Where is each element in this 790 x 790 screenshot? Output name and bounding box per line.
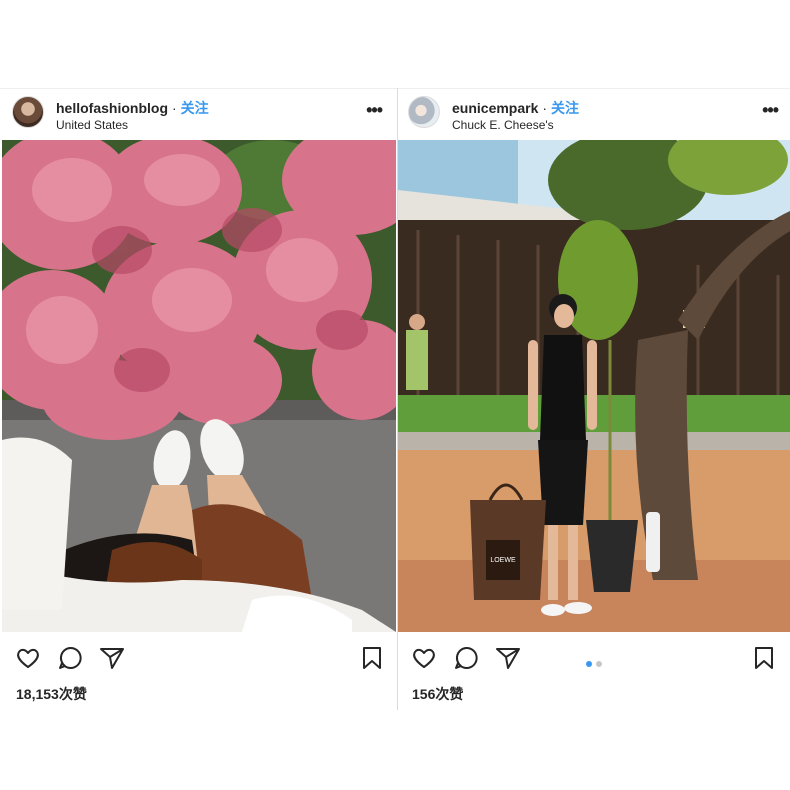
avatar[interactable] xyxy=(408,96,440,128)
handle-line: eunicempark · 关注 xyxy=(452,98,579,118)
share-icon[interactable] xyxy=(98,644,126,672)
action-bar xyxy=(398,640,790,676)
location-link[interactable]: United States xyxy=(56,118,128,132)
action-bar xyxy=(2,640,396,676)
tree-photo: LOEWE xyxy=(398,140,790,632)
location-link[interactable]: Chuck E. Cheese's xyxy=(452,118,554,132)
post-header: hellofashionblog · 关注 United States ••• xyxy=(2,88,396,140)
post-photo[interactable]: LOEWE xyxy=(398,140,790,632)
more-options-icon[interactable]: ••• xyxy=(762,100,779,121)
follow-button[interactable]: 关注 xyxy=(181,100,209,116)
carousel-dot-active xyxy=(586,661,592,667)
handle-line: hellofashionblog · 关注 xyxy=(56,98,209,118)
comment-icon[interactable] xyxy=(56,644,84,672)
bookmark-icon[interactable] xyxy=(750,644,778,672)
bookmark-icon[interactable] xyxy=(358,644,386,672)
share-icon[interactable] xyxy=(494,644,522,672)
username-link[interactable]: hellofashionblog xyxy=(56,100,168,116)
heart-icon[interactable] xyxy=(410,644,438,672)
username-link[interactable]: eunicempark xyxy=(452,100,538,116)
post-card-eunicempark: eunicempark · 关注 Chuck E. Cheese's ••• L… xyxy=(397,88,790,710)
carousel-indicator xyxy=(584,654,604,672)
post-card-hellofashionblog: hellofashionblog·关注 United States ••• xyxy=(2,88,396,710)
like-count[interactable]: 18,153次赞 xyxy=(16,684,87,704)
follow-button[interactable]: 关注 xyxy=(551,100,579,116)
post-header: eunicempark · 关注 Chuck E. Cheese's ••• xyxy=(398,88,790,140)
heart-icon[interactable] xyxy=(14,644,42,672)
carousel-dot xyxy=(596,661,602,667)
post-photo[interactable] xyxy=(2,140,396,632)
comment-icon[interactable] xyxy=(452,644,480,672)
like-count[interactable]: 156次赞 xyxy=(412,684,463,704)
hydrangea-photo xyxy=(2,140,396,632)
separator-dot: · xyxy=(542,100,548,116)
more-options-icon[interactable]: ••• xyxy=(366,100,383,121)
avatar[interactable] xyxy=(12,96,44,128)
bag-brand-text: LOEWE xyxy=(490,557,516,564)
separator-dot: · xyxy=(172,100,177,116)
